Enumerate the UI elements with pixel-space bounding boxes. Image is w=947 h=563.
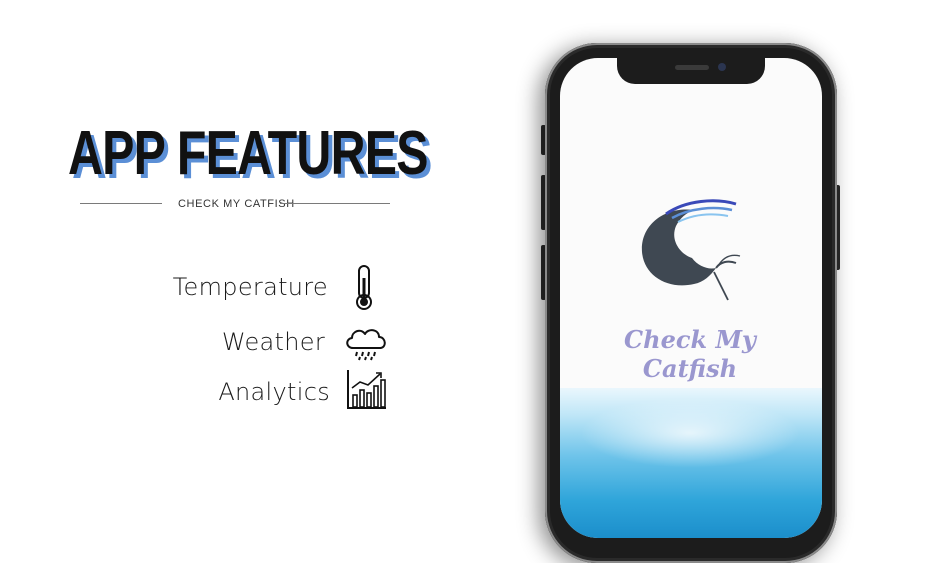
phone-speaker: [675, 65, 709, 70]
catfish-logo-icon: [636, 196, 746, 311]
feature-label-temperature: Temperature: [172, 273, 328, 301]
phone-notch: [617, 56, 765, 84]
rain-cloud-icon: [343, 324, 389, 362]
thermometer-icon: [353, 264, 375, 312]
feature-label-analytics: Analytics: [218, 378, 330, 406]
bar-chart-icon: [346, 368, 388, 410]
subtitle: CHECK MY CATFISH: [178, 198, 295, 210]
water-background: [560, 388, 822, 538]
subtitle-divider-left: [80, 203, 162, 204]
subtitle-row: CHECK MY CATFISH: [80, 197, 390, 211]
page-title: APP FEATURES: [68, 119, 428, 188]
phone-camera: [718, 63, 726, 71]
feature-weather: Weather: [120, 322, 325, 366]
water-light: [580, 398, 800, 468]
feature-analytics: Analytics: [120, 372, 330, 416]
feature-label-weather: Weather: [221, 328, 325, 356]
title-block: APP FEATURES APP FEATURES: [62, 118, 432, 198]
app-name: Check My Catfish: [602, 325, 778, 383]
feature-temperature: Temperature: [120, 267, 328, 311]
app-name-line-1: Check My: [624, 325, 756, 354]
subtitle-divider-right: [280, 203, 390, 204]
app-name-line-2: Catfish: [642, 354, 738, 383]
